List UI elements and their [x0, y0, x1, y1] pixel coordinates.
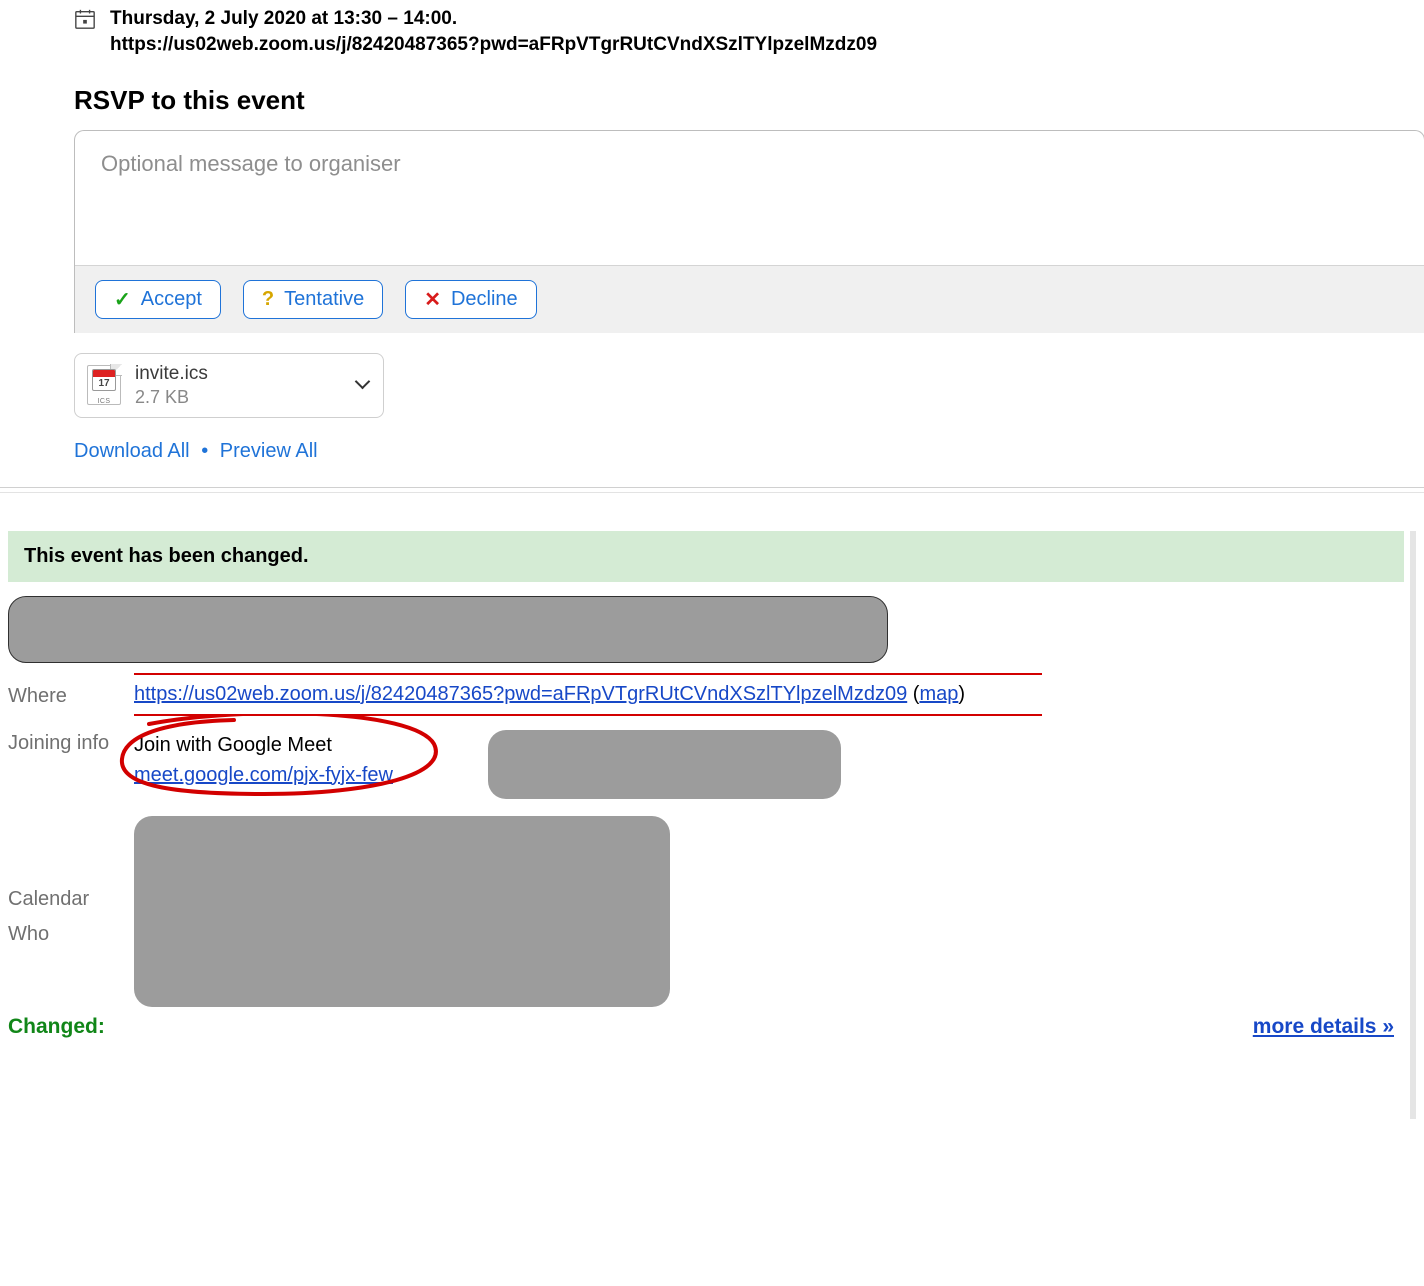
rsvp-panel: ✓ Accept ? Tentative ✕ Decline — [74, 130, 1424, 333]
check-icon: ✓ — [114, 287, 131, 312]
redacted-block — [488, 730, 841, 799]
download-all-link[interactable]: Download All — [74, 440, 190, 462]
paren-close: ) — [958, 683, 965, 705]
google-meet-link[interactable]: meet.google.com/pjx-fyjx-few — [134, 764, 393, 786]
rsvp-button-row: ✓ Accept ? Tentative ✕ Decline — [75, 265, 1424, 333]
calendar-label: Calendar — [8, 888, 134, 911]
changed-label: Changed: — [8, 1015, 105, 1039]
calendar-icon — [74, 8, 96, 30]
accept-button[interactable]: ✓ Accept — [95, 280, 221, 319]
joining-info-label: Joining info — [8, 730, 134, 755]
cross-icon: ✕ — [424, 287, 441, 312]
accept-label: Accept — [141, 288, 202, 311]
question-icon: ? — [262, 288, 274, 311]
redacted-block — [134, 816, 670, 1007]
where-label: Where — [8, 683, 134, 708]
redacted-title — [8, 596, 888, 663]
event-datetime: Thursday, 2 July 2020 at 13:30 – 14:00. … — [110, 6, 877, 57]
more-details-link[interactable]: more details » — [1253, 1015, 1394, 1039]
attachment-size: 2.7 KB — [135, 386, 343, 409]
preview-all-link[interactable]: Preview All — [220, 440, 318, 462]
organiser-message-input[interactable] — [75, 131, 1424, 259]
section-divider — [0, 487, 1424, 493]
where-zoom-link[interactable]: https://us02web.zoom.us/j/82420487365?pw… — [134, 683, 907, 705]
rsvp-heading: RSVP to this event — [74, 85, 1424, 116]
separator-dot: • — [201, 440, 208, 462]
decline-label: Decline — [451, 288, 518, 311]
annotation-line — [134, 673, 1042, 675]
attachment-name: invite.ics — [135, 362, 343, 386]
annotation-line — [134, 714, 1042, 716]
event-changed-banner: This event has been changed. — [8, 531, 1404, 582]
chevron-down-icon — [357, 378, 371, 392]
tentative-label: Tentative — [284, 288, 364, 311]
who-label: Who — [8, 923, 134, 946]
map-link[interactable]: map — [919, 683, 958, 705]
ics-file-icon: 17 ICS — [87, 365, 121, 405]
attachment-item[interactable]: 17 ICS invite.ics 2.7 KB — [74, 353, 384, 417]
tentative-button[interactable]: ? Tentative — [243, 280, 383, 319]
decline-button[interactable]: ✕ Decline — [405, 280, 536, 319]
